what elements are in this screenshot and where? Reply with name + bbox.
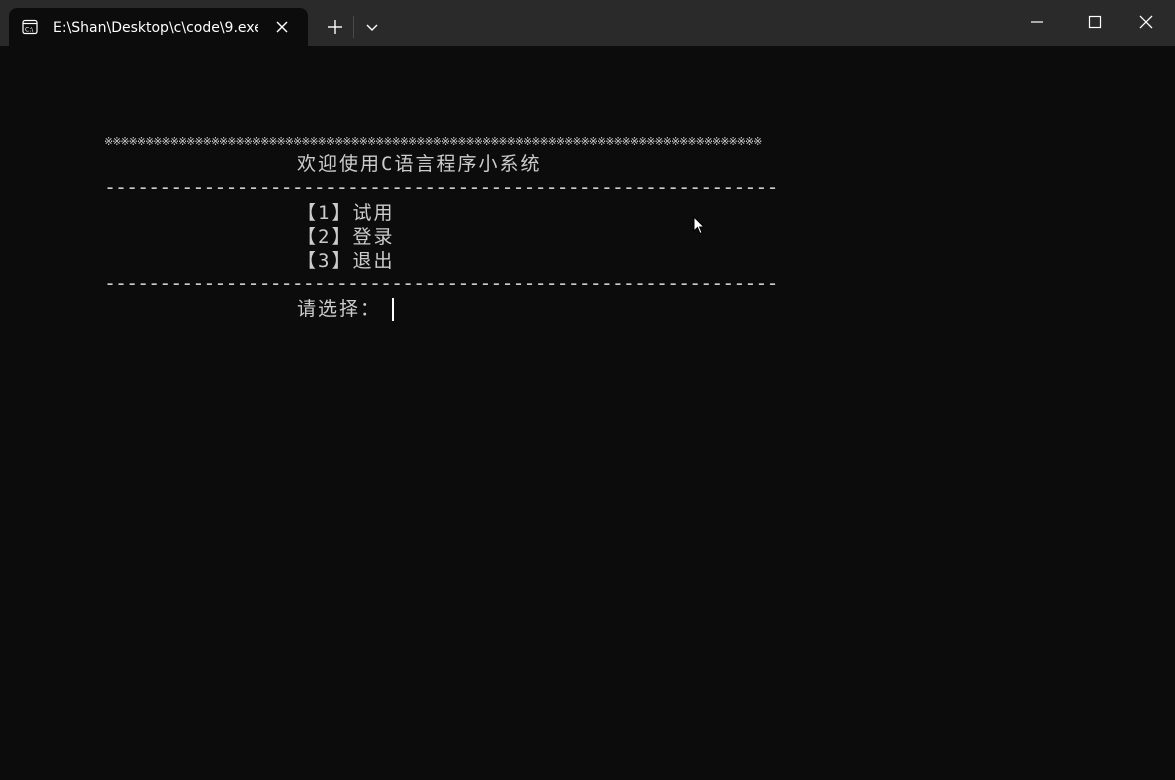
chevron-down-icon[interactable] [364,19,380,35]
menu-item-login: 【2】登录 [297,226,395,248]
tab-title: E:\Shan\Desktop\c\code\9.exe [53,20,258,36]
close-window-button[interactable] [1117,0,1175,44]
minimize-button[interactable] [1008,0,1066,44]
menu-item-exit: 【3】退出 [297,250,395,272]
svg-text:C:\: C:\ [25,27,34,34]
minimize-icon [1031,21,1043,23]
star-border: ※※※※※※※※※※※※※※※※※※※※※※※※※※※※※※※※※※※※※※※※… [104,135,762,148]
close-tab-icon[interactable] [273,18,291,36]
input-prompt: 请选择： [297,298,382,320]
dash-border-top: ----------------------------------------… [104,180,776,194]
text-cursor [392,298,394,321]
mouse-pointer-icon [693,216,705,235]
console-title: 欢迎使用C语言程序小系统 [297,153,542,175]
console-icon: C:\ [22,19,38,35]
maximize-button[interactable] [1066,0,1124,44]
dash-border-bottom: ----------------------------------------… [104,276,776,290]
terminal-tab[interactable]: C:\ E:\Shan\Desktop\c\code\9.exe [9,8,308,46]
maximize-icon [1088,15,1102,29]
tab-separator [353,16,354,38]
console-output[interactable]: ※※※※※※※※※※※※※※※※※※※※※※※※※※※※※※※※※※※※※※※※… [0,46,1175,780]
title-bar: C:\ E:\Shan\Desktop\c\code\9.exe [0,0,1175,46]
close-icon [1139,15,1153,29]
menu-item-trial: 【1】试用 [297,202,395,224]
plus-icon[interactable] [325,17,345,37]
